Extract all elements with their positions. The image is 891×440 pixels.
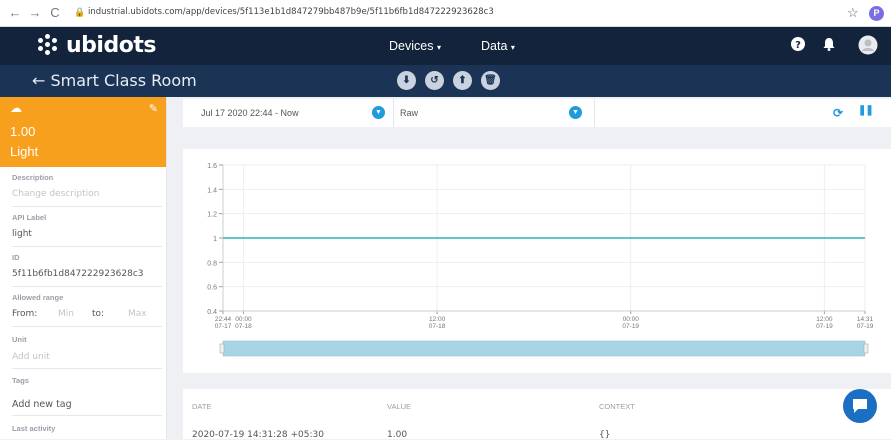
address-bar[interactable]: industrial.ubidots.com/app/devices/5f113… bbox=[88, 7, 494, 17]
browser-toolbar: ← → C 🔒 industrial.ubidots.com/app/devic… bbox=[0, 0, 891, 27]
values-table: DATE VALUE CONTEXT 2020-07-19 14:31:28 +… bbox=[183, 389, 891, 440]
tags-label: Tags bbox=[12, 376, 29, 385]
reload-icon[interactable]: C bbox=[48, 5, 62, 20]
variable-sidebar: ☁ ✎ 1.00 Light Description Change descri… bbox=[0, 97, 167, 439]
range-navigator bbox=[222, 340, 866, 357]
description-label: Description bbox=[12, 173, 54, 182]
chevron-down-icon: ▼ bbox=[372, 106, 385, 119]
variable-card: ☁ ✎ 1.00 Light bbox=[0, 97, 166, 167]
tags-field: Tags Add new tag bbox=[0, 369, 166, 417]
x-tick-label-time: 00:00 bbox=[623, 316, 640, 323]
description-field: Description Change description bbox=[0, 167, 166, 207]
x-tick-label-date: 07-19 bbox=[857, 323, 874, 330]
date-range-value: Jul 17 2020 22:44 - Now bbox=[201, 108, 299, 118]
id-label: ID bbox=[12, 253, 20, 262]
y-tick-label: 1.6 bbox=[207, 163, 217, 170]
svg-text:?: ? bbox=[795, 40, 801, 51]
profile-avatar[interactable]: P bbox=[869, 6, 884, 21]
y-tick-label: 0.4 bbox=[207, 309, 217, 316]
delete-icon[interactable]: 🗑 bbox=[481, 71, 500, 90]
unit-input[interactable]: Add unit bbox=[12, 352, 50, 362]
history-icon[interactable]: ↺ bbox=[425, 71, 444, 90]
last-activity-field: Last activity bbox=[0, 417, 166, 439]
x-tick-label-time: 12:00 bbox=[429, 316, 446, 323]
refresh-icon[interactable]: ⟳ bbox=[833, 106, 843, 120]
api-label-label: API Label bbox=[12, 213, 47, 222]
upload-icon[interactable]: ⬆ bbox=[453, 71, 472, 90]
range-from-label: From: bbox=[12, 309, 38, 319]
aggregation-value: Raw bbox=[400, 108, 419, 118]
y-tick-label: 0.8 bbox=[207, 260, 217, 267]
devices-menu-label: Devices bbox=[389, 39, 434, 53]
x-tick-label-time: 14:31 bbox=[857, 316, 874, 323]
x-tick-label-date: 07-17 bbox=[215, 323, 232, 330]
x-tick-label-time: 00:00 bbox=[235, 316, 252, 323]
column-header-value[interactable]: VALUE bbox=[387, 402, 411, 411]
x-tick-label-date: 07-18 bbox=[429, 323, 446, 330]
top-navigation: ubidots Devices ▾ Data ▾ ? bbox=[0, 27, 891, 65]
pause-icon[interactable]: ❚❚ bbox=[858, 105, 874, 116]
devices-menu[interactable]: Devices ▾ bbox=[389, 39, 441, 53]
api-label-field: API Label light bbox=[0, 207, 166, 247]
back-arrow-icon[interactable]: ← bbox=[8, 5, 22, 20]
data-menu-label: Data bbox=[481, 39, 508, 53]
user-avatar-icon[interactable] bbox=[858, 35, 878, 55]
divider bbox=[12, 415, 162, 416]
range-handle-left bbox=[219, 343, 225, 354]
brand-name: ubidots bbox=[66, 32, 156, 58]
bell-icon[interactable] bbox=[821, 36, 837, 52]
column-header-date[interactable]: DATE bbox=[192, 402, 211, 411]
forward-arrow-icon[interactable]: → bbox=[28, 5, 42, 20]
cloud-upload-icon: ☁ bbox=[10, 101, 22, 115]
id-field: ID 5f11b6fb1d847222923628c3 bbox=[0, 247, 166, 287]
chat-widget-button[interactable] bbox=[843, 389, 877, 423]
last-activity-label: Last activity bbox=[12, 424, 56, 433]
x-tick-label-date: 07-19 bbox=[816, 323, 833, 330]
add-tag-input[interactable]: Add new tag bbox=[12, 399, 72, 410]
chat-bubble-icon bbox=[853, 399, 867, 413]
range-min-input[interactable]: Min bbox=[58, 309, 74, 319]
api-label-input[interactable]: light bbox=[12, 229, 32, 239]
caret-down-icon: ▾ bbox=[510, 43, 515, 52]
back-to-device-link[interactable]: ← Smart Class Room bbox=[32, 71, 197, 90]
unit-field: Unit Add unit bbox=[0, 327, 166, 369]
allowed-range-label: Allowed range bbox=[12, 293, 64, 302]
divider bbox=[594, 99, 595, 127]
caret-down-icon: ▾ bbox=[436, 43, 441, 52]
data-menu[interactable]: Data ▾ bbox=[481, 39, 515, 53]
x-tick-label-date: 07-18 bbox=[235, 323, 252, 330]
range-handle-right bbox=[863, 343, 869, 354]
chart-card: 1.6 1.4 1.2 1 0.8 0.6 0.4 22:44 07-17 00:00 07-18 1… bbox=[183, 149, 891, 373]
allowed-range-field: Allowed range From: Min to: Max bbox=[0, 287, 166, 327]
chart-toolbar: Jul 17 2020 22:44 - Now ▼ Raw ▼ ⟳ ❚❚ bbox=[183, 99, 891, 127]
date-range-selector[interactable]: Jul 17 2020 22:44 - Now ▼ bbox=[183, 99, 393, 127]
x-tick-label-time: 12:00 bbox=[816, 316, 833, 323]
logo-dots-icon bbox=[35, 32, 61, 58]
ubidots-logo[interactable]: ubidots bbox=[35, 32, 156, 58]
lock-icon: 🔒 bbox=[74, 7, 86, 17]
y-tick-label: 1.4 bbox=[207, 187, 217, 194]
id-value: 5f11b6fb1d847222923628c3 bbox=[12, 269, 144, 279]
x-tick-label-date: 07-19 bbox=[622, 323, 639, 330]
variable-last-value: 1.00 bbox=[10, 124, 36, 139]
y-tick-label: 1 bbox=[213, 236, 217, 243]
y-tick-label: 0.6 bbox=[207, 285, 217, 292]
unit-label: Unit bbox=[12, 335, 27, 344]
range-max-input[interactable]: Max bbox=[128, 309, 147, 319]
description-input[interactable]: Change description bbox=[12, 189, 99, 199]
help-icon[interactable]: ? bbox=[790, 36, 806, 52]
chevron-down-icon: ▼ bbox=[569, 106, 582, 119]
range-to-label: to: bbox=[92, 309, 105, 319]
download-icon[interactable]: ⬇ bbox=[397, 71, 416, 90]
bookmark-star-icon[interactable]: ☆ bbox=[847, 5, 859, 21]
line-chart: 1.61.41.210.80.60.422:4407-1700:0007-181… bbox=[207, 163, 874, 357]
y-tick-label: 1.2 bbox=[207, 212, 217, 219]
variable-name[interactable]: Light bbox=[10, 144, 38, 159]
column-header-context[interactable]: CONTEXT bbox=[599, 402, 635, 411]
device-header: ← Smart Class Room ⬇ ↺ ⬆ 🗑 bbox=[0, 65, 891, 97]
aggregation-selector[interactable]: Raw ▼ bbox=[394, 99, 594, 127]
x-tick-label-time: 22:44 bbox=[215, 316, 232, 323]
pencil-edit-icon[interactable]: ✎ bbox=[149, 102, 158, 115]
